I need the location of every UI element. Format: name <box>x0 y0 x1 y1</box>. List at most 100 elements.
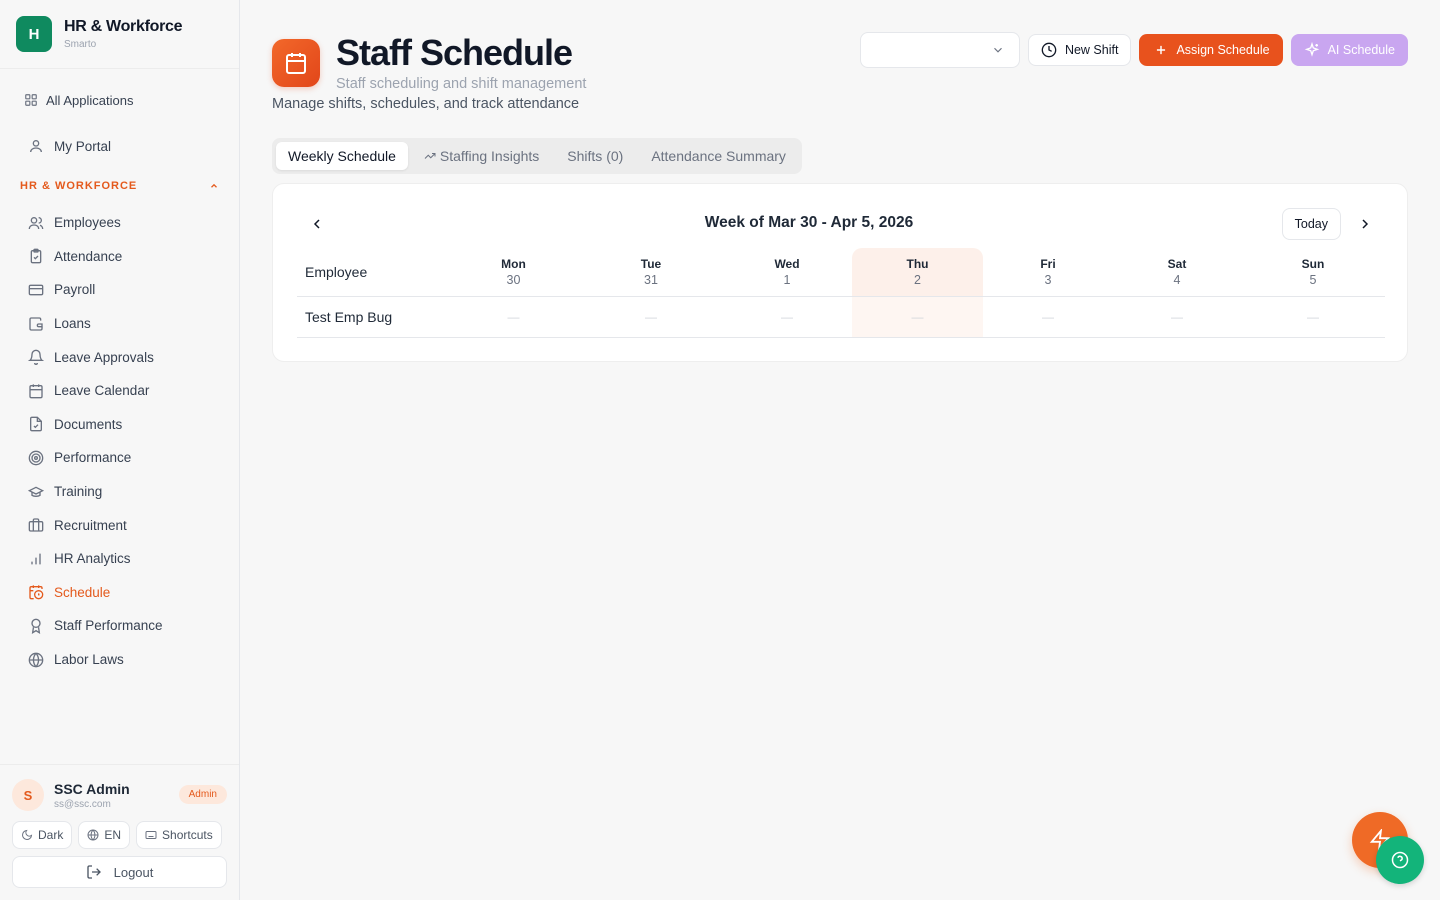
day-name: Thu <box>906 256 929 271</box>
ai-schedule-button[interactable]: AI Schedule <box>1290 34 1408 66</box>
calendar-icon <box>28 383 44 399</box>
next-week-button[interactable] <box>1353 212 1377 236</box>
nav-list: Employees Attendance Payroll Loans Leave… <box>0 206 239 676</box>
avatar[interactable]: S <box>12 779 44 811</box>
sidebar-item-staff-performance[interactable]: Staff Performance <box>0 609 239 643</box>
sidebar-item-labor-laws[interactable]: Labor Laws <box>0 643 239 677</box>
new-shift-button[interactable]: New Shift <box>1027 34 1132 66</box>
all-applications-link[interactable]: All Applications <box>0 85 239 115</box>
schedule-cell[interactable]: — <box>722 296 852 337</box>
day-number: 4 <box>1173 272 1181 287</box>
employee-column-header: Employee <box>305 263 368 280</box>
sidebar-item-schedule[interactable]: Schedule <box>0 576 239 610</box>
schedule-cell[interactable]: — <box>983 296 1113 337</box>
language-label: EN <box>104 828 122 842</box>
empty-shift: — <box>1307 309 1319 324</box>
sidebar-item-documents[interactable]: Documents <box>0 408 239 442</box>
assign-schedule-button[interactable]: Assign Schedule <box>1139 34 1283 66</box>
section-header-hr-workforce[interactable]: HR & WORKFORCE <box>0 172 239 200</box>
day-number: 1 <box>783 272 791 287</box>
tab-shifts[interactable]: Shifts (0) <box>555 142 635 170</box>
my-portal-link[interactable]: My Portal <box>0 130 239 162</box>
sidebar-item-attendance[interactable]: Attendance <box>0 240 239 274</box>
day-header-sat: Sat 4 <box>1113 248 1241 296</box>
calendar-icon <box>272 39 320 87</box>
sidebar-item-payroll[interactable]: Payroll <box>0 273 239 307</box>
empty-shift: — <box>911 309 924 324</box>
day-header-thu: Thu 2 <box>852 248 983 296</box>
sidebar-item-label: Staff Performance <box>54 618 163 634</box>
brand-header: H HR & Workforce Smarto <box>0 0 239 69</box>
sidebar-item-leave-calendar[interactable]: Leave Calendar <box>0 374 239 408</box>
grid-icon <box>24 93 38 107</box>
sidebar: H HR & Workforce Smarto All Applications… <box>0 0 240 900</box>
bar-chart-icon <box>28 551 44 567</box>
schedule-cell[interactable]: — <box>580 296 722 337</box>
sidebar-item-label: Performance <box>54 450 132 466</box>
shortcuts-button[interactable]: Shortcuts <box>136 821 222 849</box>
globe-icon <box>28 652 44 668</box>
table-row: Test Emp Bug — — — — — — — <box>297 296 1385 337</box>
sidebar-item-loans[interactable]: Loans <box>0 307 239 341</box>
logout-button[interactable]: Logout <box>12 856 227 888</box>
day-header-fri: Fri 3 <box>983 248 1113 296</box>
chevron-up-icon <box>209 181 219 191</box>
page-title: Staff Schedule <box>336 32 573 73</box>
brand-title: HR & Workforce <box>64 18 183 35</box>
globe-icon <box>87 829 99 841</box>
employee-name: Test Emp Bug <box>305 308 393 325</box>
empty-shift: — <box>1042 309 1054 324</box>
sidebar-item-label: Labor Laws <box>54 652 124 668</box>
sidebar-item-leave-approvals[interactable]: Leave Approvals <box>0 340 239 374</box>
day-name: Mon <box>501 256 526 271</box>
user-icon <box>28 138 44 154</box>
graduation-cap-icon <box>28 484 44 500</box>
sidebar-item-training[interactable]: Training <box>0 475 239 509</box>
day-number: 3 <box>1044 272 1052 287</box>
day-name: Tue <box>640 256 662 271</box>
language-button[interactable]: EN <box>78 821 131 849</box>
sidebar-item-recruitment[interactable]: Recruitment <box>0 508 239 542</box>
user-email: ss@ssc.com <box>54 798 111 810</box>
sidebar-item-label: Documents <box>54 416 123 432</box>
help-button[interactable] <box>1376 836 1424 884</box>
tab-staffing-insights[interactable]: Staffing Insights <box>412 142 551 170</box>
schedule-header-row: Employee Mon 30 Tue 31 Wed 1 Thu 2 Fri 3… <box>297 248 1385 296</box>
tab-label: Shifts (0) <box>567 148 624 164</box>
sidebar-item-performance[interactable]: Performance <box>0 441 239 475</box>
day-header-tue: Tue 31 <box>580 248 722 296</box>
help-circle-icon <box>1391 851 1409 869</box>
day-number: 5 <box>1309 272 1317 287</box>
schedule-cell[interactable]: — <box>447 296 580 337</box>
empty-shift: — <box>507 309 520 324</box>
day-name: Sun <box>1301 256 1325 271</box>
day-name: Fri <box>1040 256 1056 271</box>
user-name: SSC Admin <box>54 780 130 797</box>
empty-shift: — <box>1171 309 1183 324</box>
day-name: Wed <box>774 256 800 271</box>
today-button[interactable]: Today <box>1281 208 1341 240</box>
week-label: Week of Mar 30 - Apr 5, 2026 <box>704 214 914 231</box>
empty-shift: — <box>645 309 657 324</box>
schedule-cell[interactable]: — <box>852 296 983 337</box>
filter-select[interactable] <box>859 32 1020 68</box>
all-applications-label: All Applications <box>46 92 134 108</box>
credit-card-icon <box>28 282 44 298</box>
page-subtitle: Staff scheduling and shift management <box>336 76 587 92</box>
page-description: Manage shifts, schedules, and track atte… <box>272 96 580 112</box>
tab-bar: Weekly Schedule Staffing Insights Shifts… <box>272 138 802 174</box>
theme-toggle-button[interactable]: Dark <box>12 821 73 849</box>
tab-label: Weekly Schedule <box>288 148 396 164</box>
brand-logo[interactable]: H <box>16 16 52 52</box>
tab-weekly-schedule[interactable]: Weekly Schedule <box>276 142 408 170</box>
sidebar-item-employees[interactable]: Employees <box>0 206 239 240</box>
schedule-cell[interactable]: — <box>1241 296 1385 337</box>
schedule-cell[interactable]: — <box>1113 296 1241 337</box>
tab-attendance-summary[interactable]: Attendance Summary <box>639 142 798 170</box>
weekly-schedule-card: Week of Mar 30 - Apr 5, 2026 Today Emplo… <box>272 183 1408 362</box>
sidebar-item-label: Recruitment <box>54 517 127 533</box>
calendar-clock-icon <box>28 584 44 600</box>
sidebar-item-hr-analytics[interactable]: HR Analytics <box>0 542 239 576</box>
day-header-mon: Mon 30 <box>447 248 580 296</box>
my-portal-label: My Portal <box>54 138 112 154</box>
